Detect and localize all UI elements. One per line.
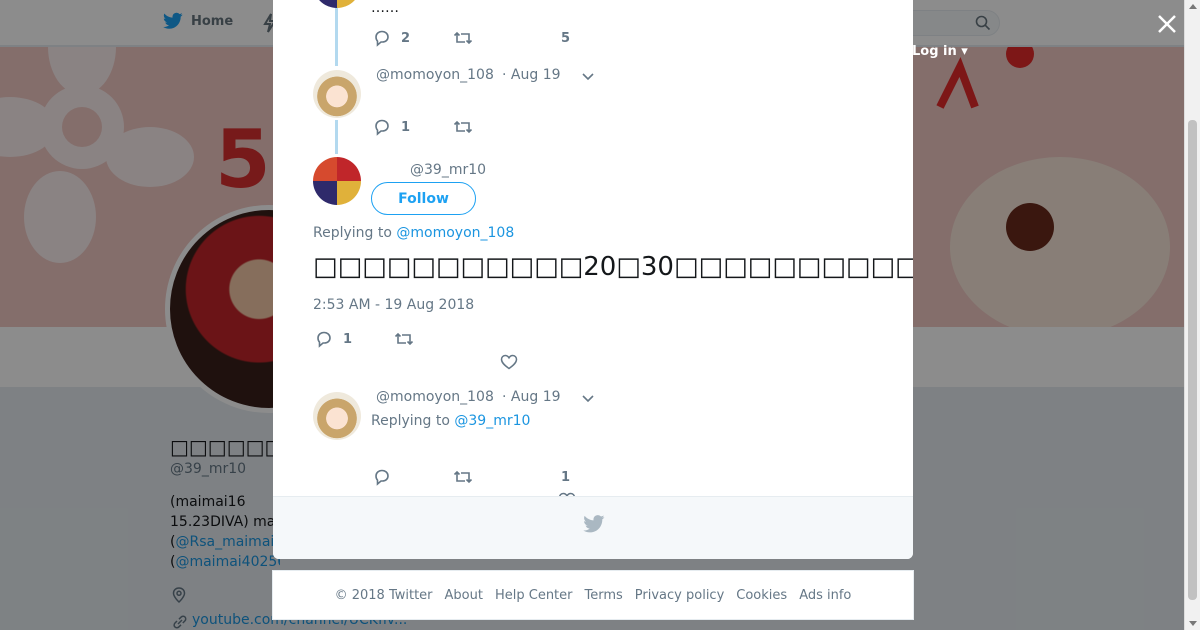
modal-footer — [273, 496, 913, 559]
retweet-icon[interactable] — [453, 468, 473, 486]
retweet-icon[interactable] — [453, 118, 473, 136]
close-icon[interactable] — [1155, 12, 1179, 36]
footer-link-about[interactable]: About — [445, 588, 483, 603]
scrollbar-thumb[interactable] — [1188, 120, 1197, 600]
login-label: Log in — [912, 44, 957, 59]
tweet-time[interactable]: · Aug 19 — [502, 67, 561, 83]
replying-to: Replying to @39_mr10 — [371, 413, 530, 429]
footer-link-help-center[interactable]: Help Center — [495, 588, 573, 603]
replying-to-link[interactable]: @momoyon_108 — [396, 225, 514, 241]
avatar[interactable] — [313, 392, 361, 440]
retweet-icon[interactable] — [394, 330, 414, 348]
replying-to-link[interactable]: @39_mr10 — [454, 413, 530, 429]
twitter-bird-icon — [583, 515, 605, 533]
reply-button[interactable]: 2 — [373, 29, 410, 47]
replying-to: Replying to @momoyon_108 — [313, 225, 514, 241]
like-count: 1 — [561, 470, 571, 485]
replying-prefix: Replying to — [371, 413, 450, 429]
tweet-date[interactable]: 2:53 AM - 19 Aug 2018 — [313, 297, 474, 313]
avatar[interactable] — [313, 0, 361, 8]
footer-link-privacy[interactable]: Privacy policy — [635, 588, 724, 603]
footer-link-ads-info[interactable]: Ads info — [799, 588, 851, 603]
scroll-up-arrow[interactable] — [1189, 4, 1197, 9]
tweet-text: …… — [371, 0, 399, 16]
avatar[interactable] — [313, 157, 361, 205]
page-footer: © 2018 Twitter About Help Center Terms P… — [272, 570, 914, 620]
follow-button[interactable]: Follow — [371, 182, 476, 215]
thread-line — [335, 120, 338, 154]
avatar[interactable] — [313, 70, 361, 118]
tweet-handle[interactable]: @39_mr10 — [410, 162, 486, 178]
scroll-down-arrow[interactable] — [1189, 621, 1197, 626]
copyright: © 2018 Twitter — [334, 587, 433, 603]
reply-button[interactable]: 1 — [315, 330, 352, 348]
reply-icon — [375, 119, 389, 136]
chevron-down-icon[interactable] — [581, 393, 595, 403]
reply-button[interactable] — [373, 468, 391, 486]
reply-icon — [317, 331, 331, 348]
tweet-handle[interactable]: @momoyon_108 — [376, 389, 494, 405]
retweet-icon[interactable] — [453, 29, 473, 47]
tweet-handle[interactable]: @momoyon_108 — [376, 67, 494, 83]
reply-count: 1 — [343, 331, 353, 347]
login-link[interactable]: Log in ▾ — [912, 44, 968, 59]
thread-line — [335, 8, 338, 66]
reply-icon — [375, 469, 389, 486]
tweet-time[interactable]: · Aug 19 — [502, 389, 561, 405]
footer-link-cookies[interactable]: Cookies — [736, 588, 787, 603]
reply-button[interactable]: 1 — [373, 118, 410, 136]
chevron-down-icon[interactable] — [581, 71, 595, 81]
tweet-permalink-modal: …… 2 5 @momoyon_108 · Aug 19 1 @39_mr10 … — [273, 0, 913, 559]
page-scrollbar[interactable] — [1184, 0, 1200, 630]
replying-prefix: Replying to — [313, 225, 392, 241]
like-count: 5 — [561, 31, 571, 46]
heart-icon[interactable] — [500, 354, 518, 370]
reply-count: 2 — [401, 30, 411, 46]
footer-link-terms[interactable]: Terms — [585, 588, 623, 603]
reply-count: 1 — [401, 119, 411, 135]
tweet-text: □□□□□□□□□□□20□30□□□□□□□□□□ — [313, 252, 913, 282]
reply-icon — [375, 30, 389, 47]
